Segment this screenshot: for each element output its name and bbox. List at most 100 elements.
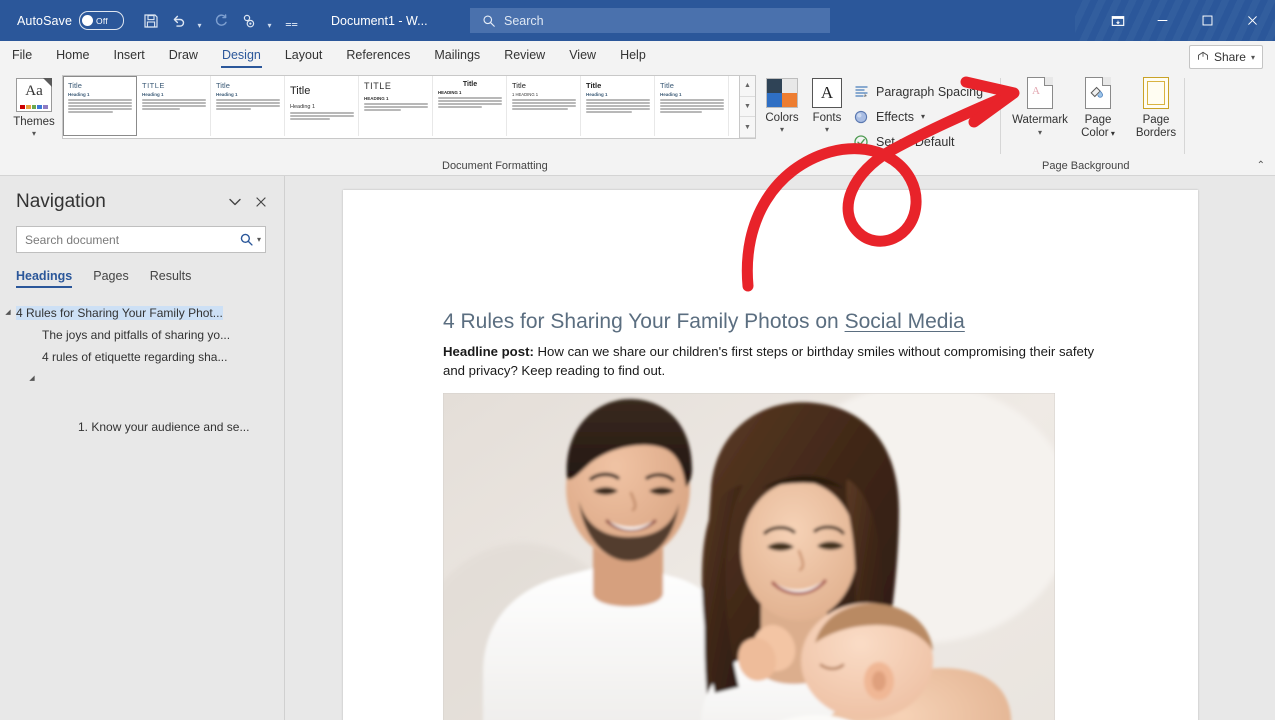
tab-design[interactable]: Design	[210, 41, 273, 70]
tab-layout[interactable]: Layout	[273, 41, 335, 70]
theme-colors-icon	[766, 78, 798, 108]
themes-label: Themes	[13, 116, 55, 128]
chevron-down-icon[interactable]	[222, 190, 248, 214]
autosave-switch-knob	[82, 15, 94, 26]
page-borders-button[interactable]: Page Borders	[1128, 75, 1184, 140]
style-thumbnail[interactable]: Title HEADING 1	[433, 76, 507, 136]
save-icon[interactable]	[138, 8, 163, 34]
autosave-toggle[interactable]: AutoSave Off	[17, 11, 125, 30]
share-button[interactable]: Share ▾	[1188, 45, 1263, 69]
tab-review[interactable]: Review	[492, 41, 557, 70]
tab-mailings[interactable]: Mailings	[422, 41, 492, 70]
effects-dropdown-icon[interactable]: ▾	[921, 112, 925, 121]
undo-icon[interactable]	[166, 8, 191, 34]
scroll-up-icon[interactable]: ▲	[740, 76, 755, 97]
watermark-label: Watermark	[1012, 114, 1068, 126]
ribbon-display-options-icon[interactable]	[1095, 0, 1140, 41]
heading-item[interactable]: 1. Know your audience and se...	[0, 416, 284, 438]
group-separator	[1000, 78, 1001, 154]
tab-help[interactable]: Help	[608, 41, 658, 70]
customize-qat-icon[interactable]: ⩵	[285, 5, 298, 37]
family-photo-image[interactable]	[443, 393, 1055, 720]
quick-access-toolbar: ▾ ▾ ⩵	[138, 4, 298, 37]
document-area[interactable]: 4 Rules for Sharing Your Family Photos o…	[285, 176, 1275, 720]
page-borders-label: Page Borders	[1135, 114, 1177, 139]
touch-mode-dropdown-icon[interactable]: ▾	[264, 4, 275, 37]
themes-icon: Aa	[16, 78, 52, 112]
gallery-scrollbar[interactable]: ▲ ▼ ▼	[739, 76, 755, 139]
collapse-ribbon-icon[interactable]: ⌃	[1257, 160, 1265, 171]
style-lines	[586, 99, 650, 113]
search-document-input[interactable]: Search document ▾	[16, 226, 266, 253]
style-thumbnail[interactable]: TITLE Heading 1	[137, 76, 211, 136]
maximize-icon[interactable]	[1185, 0, 1230, 41]
tab-draw[interactable]: Draw	[157, 41, 210, 70]
group-label-page-background: Page Background	[1042, 160, 1130, 172]
style-heading: Heading 1	[660, 92, 682, 97]
watermark-button[interactable]: A Watermark ▾	[1012, 75, 1068, 140]
theme-colors-label: Colors	[765, 112, 799, 124]
tab-references[interactable]: References	[334, 41, 422, 70]
style-thumbnail[interactable]: Title 1 HEADING 1	[507, 76, 581, 136]
style-title: Title	[660, 81, 674, 90]
style-thumbnail[interactable]: TITLE HEADING 1	[359, 76, 433, 136]
theme-fonts-dropdown-icon[interactable]: ▾	[806, 125, 848, 134]
touch-mode-icon[interactable]	[236, 8, 261, 34]
undo-dropdown-icon[interactable]: ▾	[194, 4, 205, 37]
page-color-button[interactable]: Page Color ▾	[1070, 75, 1126, 140]
style-title: Title	[462, 81, 478, 88]
document-paragraph-bold: Headline post:	[443, 344, 534, 359]
autosave-switch[interactable]: Off	[79, 11, 125, 30]
heading-item[interactable]: ◢	[0, 368, 284, 386]
heading-item[interactable]: ◢ 4 Rules for Sharing Your Family Phot..…	[0, 302, 284, 324]
group-separator	[1184, 78, 1185, 154]
style-thumbnail[interactable]: Title Heading 1	[211, 76, 285, 136]
more-styles-icon[interactable]: ▼	[740, 117, 755, 139]
tab-file[interactable]: File	[0, 41, 44, 70]
share-dropdown-icon[interactable]: ▾	[1251, 53, 1255, 62]
search-icon	[482, 14, 496, 28]
search-box[interactable]: Search	[470, 8, 830, 33]
document-page[interactable]: 4 Rules for Sharing Your Family Photos o…	[343, 190, 1198, 720]
heading-label: 1. Know your audience and se...	[78, 420, 250, 434]
style-heading: Heading 1	[586, 92, 608, 97]
collapse-triangle-icon[interactable]: ◢	[0, 306, 16, 316]
theme-fonts-button[interactable]: A Fonts ▾	[806, 75, 848, 134]
tab-headings[interactable]: Headings	[16, 269, 73, 288]
style-thumbnail[interactable]: Title Heading 1	[63, 76, 137, 136]
themes-dropdown-icon[interactable]: ▾	[8, 129, 60, 138]
heading-item[interactable]: 4 rules of etiquette regarding sha...	[0, 346, 284, 368]
paragraph-spacing-button[interactable]: Paragraph Spacing	[852, 79, 983, 104]
collapse-triangle-icon[interactable]: ◢	[24, 372, 40, 382]
redo-icon[interactable]	[208, 8, 233, 34]
style-thumbnail[interactable]: Title Heading 1	[581, 76, 655, 136]
window-controls	[1095, 0, 1275, 41]
close-icon[interactable]	[1230, 0, 1275, 41]
style-set-gallery[interactable]: Title Heading 1 TITLE Heading 1 Title He…	[62, 75, 756, 139]
themes-button[interactable]: Aa Themes ▾	[8, 73, 60, 138]
style-lines	[290, 112, 354, 120]
tab-insert[interactable]: Insert	[102, 41, 157, 70]
navigation-header: Navigation	[0, 176, 284, 214]
minimize-icon[interactable]	[1140, 0, 1185, 41]
document-heading: 4 Rules for Sharing Your Family Photos o…	[443, 310, 965, 334]
tab-view[interactable]: View	[557, 41, 608, 70]
scroll-down-icon[interactable]: ▼	[740, 96, 755, 118]
effects-button[interactable]: Effects ▾	[852, 104, 983, 129]
close-icon[interactable]	[248, 190, 274, 214]
search-options-dropdown-icon[interactable]: ▾	[257, 235, 261, 244]
search-icon[interactable]	[239, 232, 254, 247]
tab-home[interactable]: Home	[44, 41, 101, 70]
style-thumbnail[interactable]: Title Heading 1	[285, 76, 359, 136]
theme-colors-button[interactable]: Colors ▾	[760, 75, 804, 134]
tab-results[interactable]: Results	[150, 269, 192, 288]
style-lines	[438, 97, 502, 108]
effects-label: Effects	[876, 109, 914, 124]
heading-item[interactable]: The joys and pitfalls of sharing yo...	[0, 324, 284, 346]
style-thumbnail[interactable]: Title Heading 1	[655, 76, 729, 136]
tab-pages[interactable]: Pages	[93, 269, 128, 288]
style-set-list: Title Heading 1 TITLE Heading 1 Title He…	[63, 76, 739, 138]
theme-colors-dropdown-icon[interactable]: ▾	[760, 125, 804, 134]
watermark-dropdown-icon[interactable]: ▾	[1012, 128, 1068, 137]
set-as-default-button[interactable]: Set as Default	[852, 129, 983, 154]
